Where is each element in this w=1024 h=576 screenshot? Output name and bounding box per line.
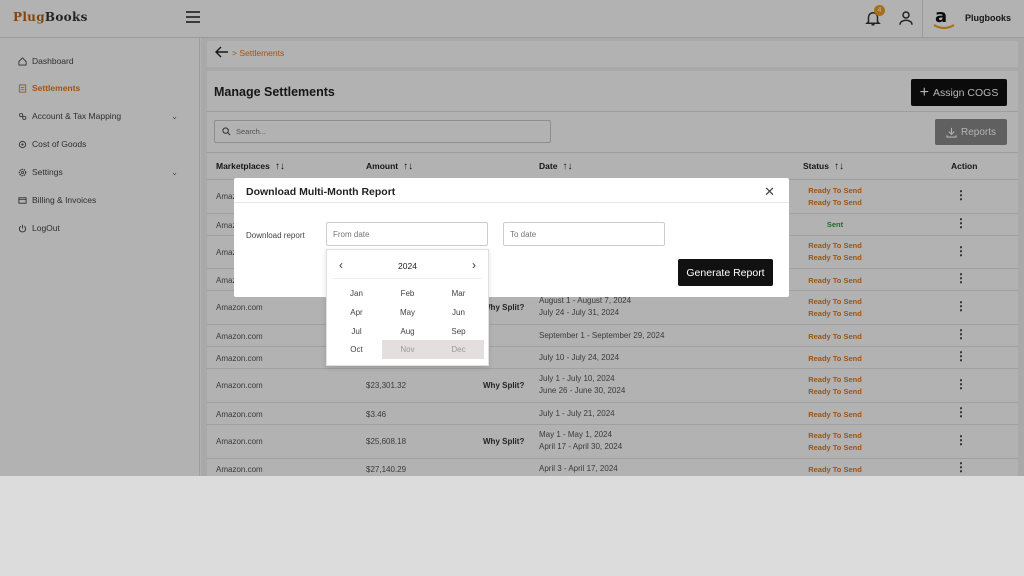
month-oct[interactable]: Oct bbox=[331, 340, 382, 359]
picker-year[interactable]: 2024 bbox=[327, 261, 488, 271]
month-may[interactable]: May bbox=[382, 303, 433, 322]
from-date-input[interactable] bbox=[326, 222, 488, 246]
chevron-right-icon[interactable]: › bbox=[472, 258, 476, 272]
modal-title: Download Multi-Month Report bbox=[246, 186, 396, 198]
picker-divider bbox=[333, 278, 482, 279]
month-picker: ‹ 2024 › Jan Feb Mar Apr May Jun Jul Aug… bbox=[326, 249, 489, 366]
modal-divider bbox=[234, 202, 789, 203]
generate-report-button[interactable]: Generate Report bbox=[678, 259, 773, 286]
month-jan[interactable]: Jan bbox=[331, 284, 382, 303]
month-dec: Dec bbox=[433, 340, 484, 359]
month-mar[interactable]: Mar bbox=[433, 284, 484, 303]
month-feb[interactable]: Feb bbox=[382, 284, 433, 303]
month-jun[interactable]: Jun bbox=[433, 303, 484, 322]
empty-area bbox=[0, 476, 1024, 576]
download-report-label: Download report bbox=[246, 231, 305, 240]
download-report-modal: Download Multi-Month Report ✕ Download r… bbox=[234, 178, 789, 297]
month-aug[interactable]: Aug bbox=[382, 322, 433, 341]
month-jul[interactable]: Jul bbox=[331, 322, 382, 341]
month-apr[interactable]: Apr bbox=[331, 303, 382, 322]
close-icon[interactable]: ✕ bbox=[764, 184, 775, 200]
to-date-input[interactable] bbox=[503, 222, 665, 246]
month-sep[interactable]: Sep bbox=[433, 322, 484, 341]
month-nov: Nov bbox=[382, 340, 433, 359]
